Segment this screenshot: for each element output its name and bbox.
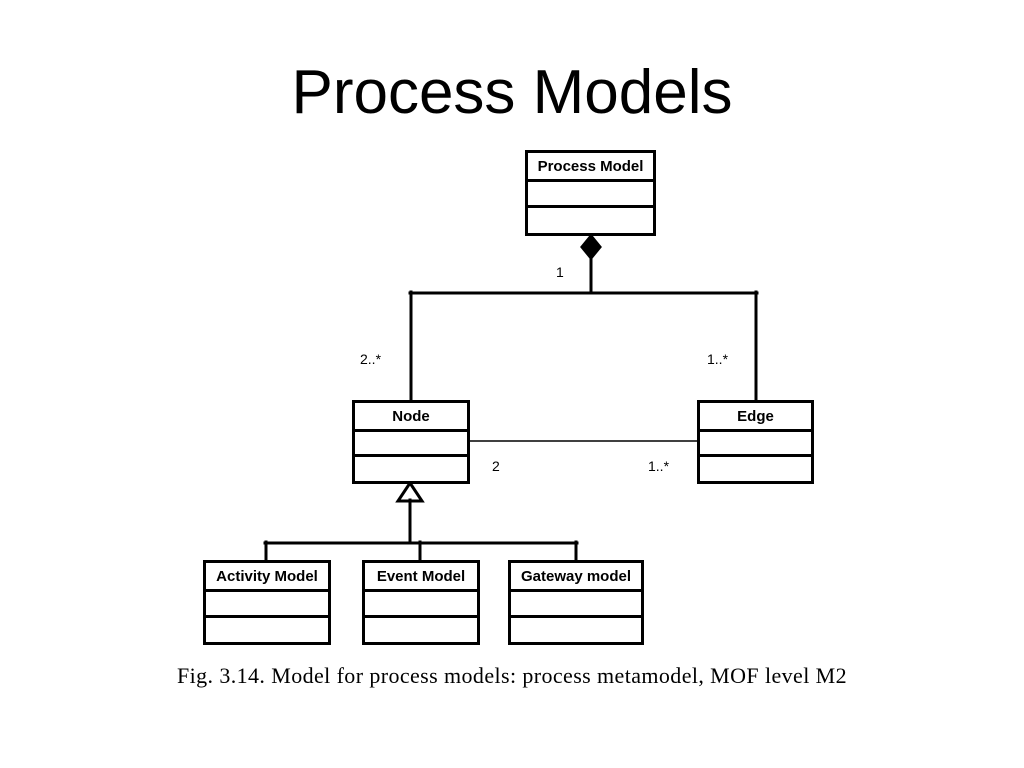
uml-operations-compartment-activity-model — [206, 618, 328, 642]
uml-class-name-process-model: Process Model — [528, 153, 653, 182]
uml-class-name-node: Node — [355, 403, 467, 432]
multiplicity-label-composition-top: 1 — [556, 264, 564, 280]
uml-class-gateway-model[interactable]: Gateway model — [508, 560, 644, 645]
uml-operations-compartment-process-model — [528, 208, 653, 233]
uml-class-edge[interactable]: Edge — [697, 400, 814, 484]
uml-operations-compartment-node — [355, 457, 467, 481]
uml-class-diagram: Process Model Node Edge Activity Model E… — [0, 0, 1024, 768]
slide-canvas: Process Models Process Model Node Edge A… — [0, 0, 1024, 768]
uml-class-event-model[interactable]: Event Model — [362, 560, 480, 645]
uml-attributes-compartment-node — [355, 432, 467, 457]
composition-diamond-icon — [580, 233, 602, 261]
diagram-connectors — [263, 233, 759, 562]
uml-attributes-compartment-edge — [700, 432, 811, 457]
uml-attributes-compartment-event-model — [365, 592, 477, 618]
uml-class-name-edge: Edge — [700, 403, 811, 432]
uml-operations-compartment-gateway-model — [511, 618, 641, 642]
uml-attributes-compartment-process-model — [528, 182, 653, 208]
uml-operations-compartment-edge — [700, 457, 811, 481]
uml-class-activity-model[interactable]: Activity Model — [203, 560, 331, 645]
multiplicity-label-edge-end: 1..* — [707, 351, 729, 367]
figure-caption: Fig. 3.14. Model for process models: pro… — [176, 663, 847, 688]
multiplicity-label-association-node-end: 2 — [492, 458, 500, 474]
uml-class-name-event-model: Event Model — [365, 563, 477, 592]
multiplicity-label-association-edge-end: 1..* — [648, 458, 670, 474]
multiplicity-label-node-end: 2..* — [360, 351, 382, 367]
uml-class-name-activity-model: Activity Model — [206, 563, 328, 592]
generalization-triangle-icon — [395, 480, 425, 503]
uml-class-process-model[interactable]: Process Model — [525, 150, 656, 236]
uml-class-node[interactable]: Node — [352, 400, 470, 484]
uml-class-name-gateway-model: Gateway model — [511, 563, 641, 592]
uml-attributes-compartment-activity-model — [206, 592, 328, 618]
uml-operations-compartment-event-model — [365, 618, 477, 642]
uml-attributes-compartment-gateway-model — [511, 592, 641, 618]
